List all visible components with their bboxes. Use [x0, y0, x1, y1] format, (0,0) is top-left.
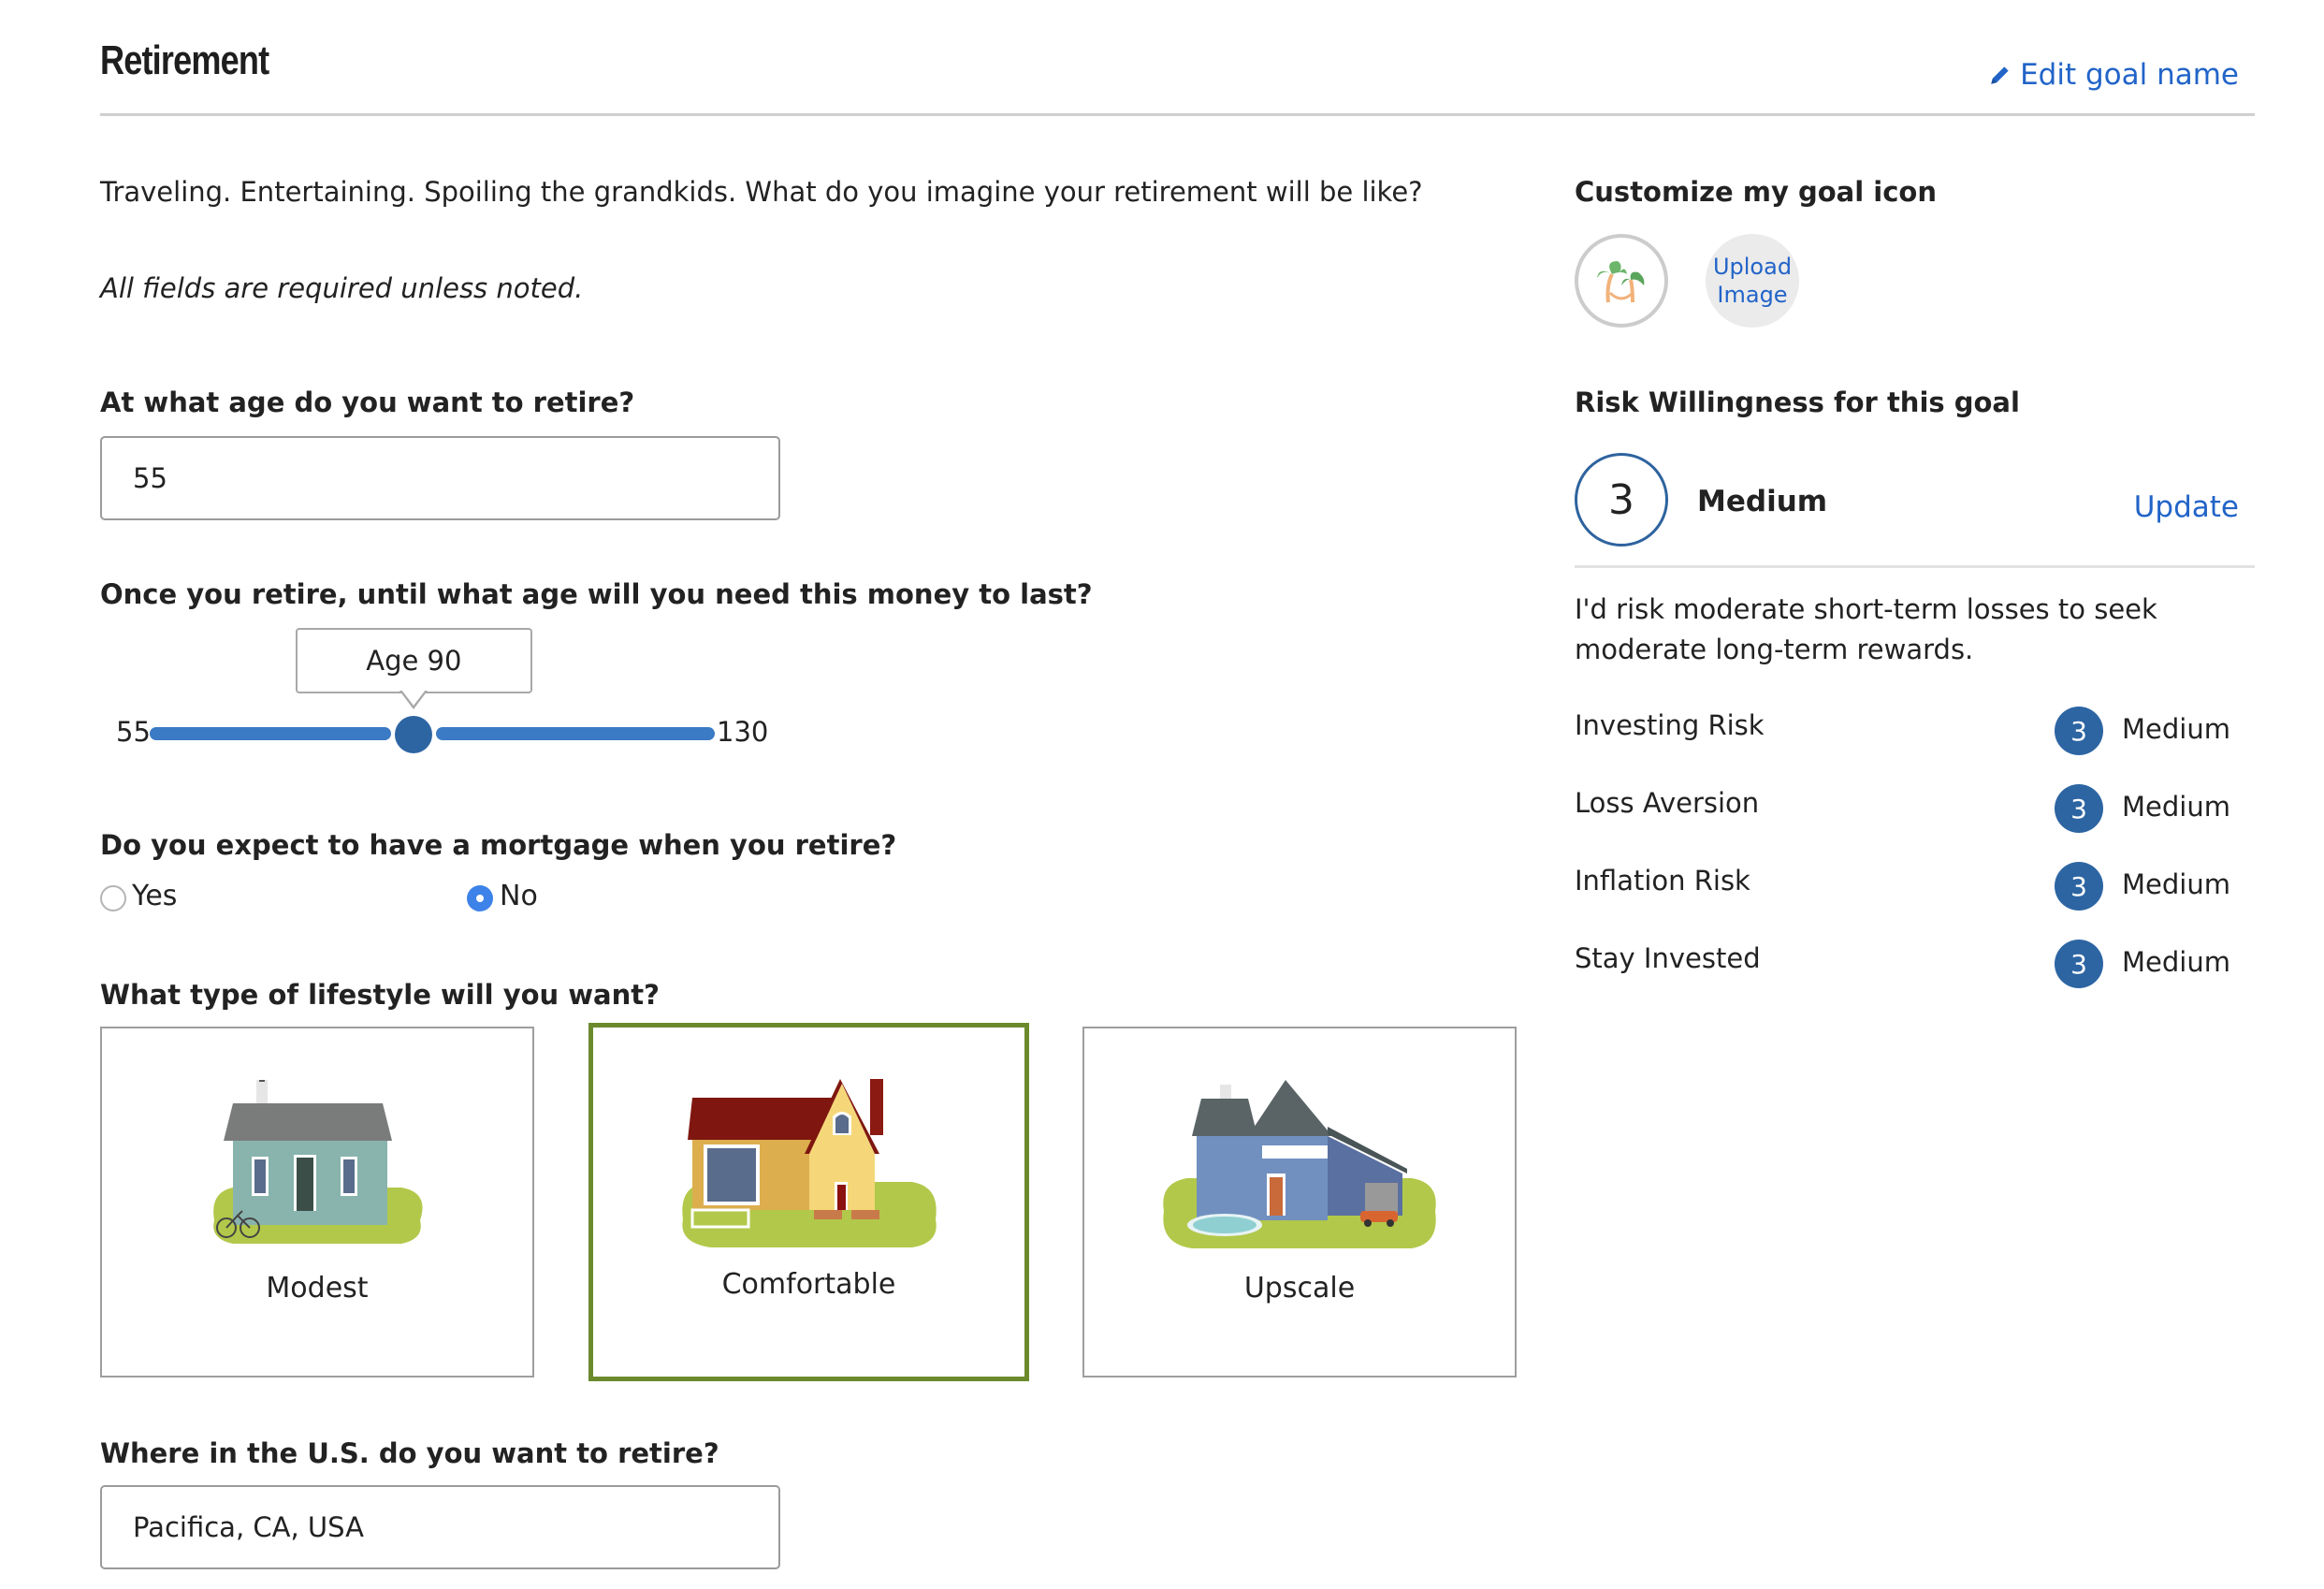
lifestyle-card-label: Modest	[266, 1272, 369, 1305]
risk-score-circle: 3	[1575, 453, 1668, 547]
location-label: Where in the U.S. do you want to retire?	[100, 1437, 719, 1469]
mortgage-no-label[interactable]: No	[500, 880, 538, 912]
upscale-house-icon	[1163, 1080, 1436, 1248]
current-goal-icon-button[interactable]	[1575, 234, 1668, 328]
lifestyle-card-label: Comfortable	[721, 1268, 896, 1301]
comfortable-house-icon	[681, 1079, 937, 1247]
slider-min-label: 55	[116, 716, 151, 748]
risk-row-badge: 3	[2055, 862, 2103, 911]
location-input[interactable]: Pacifica, CA, USA	[100, 1485, 780, 1569]
required-note: All fields are required unless noted.	[100, 272, 584, 304]
intro-text: Traveling. Entertaining. Spoiling the gr…	[100, 176, 1423, 208]
risk-row-level: Medium	[2122, 868, 2230, 900]
lifestyle-card-upscale[interactable]: Upscale	[1082, 1027, 1517, 1378]
risk-row-badge: 3	[2055, 784, 2103, 833]
slider-max-label: 130	[717, 716, 769, 748]
lifestyle-card-label: Upscale	[1243, 1272, 1356, 1305]
risk-row-badge: 3	[2055, 940, 2103, 988]
update-risk-link[interactable]: Update	[2134, 490, 2239, 524]
pencil-icon	[1991, 66, 2009, 84]
upload-image-button[interactable]: Upload Image	[1706, 234, 1799, 328]
slider-track-left[interactable]	[150, 727, 391, 740]
risk-row-badge: 3	[2055, 707, 2103, 755]
risk-row-level: Medium	[2122, 713, 2230, 745]
mortgage-yes-radio[interactable]	[100, 885, 126, 911]
palm-trees-hammock-icon	[1597, 261, 1645, 303]
modest-house-icon	[213, 1080, 423, 1244]
risk-divider	[1575, 565, 2255, 568]
lifestyle-card-comfortable[interactable]: Comfortable	[588, 1023, 1029, 1381]
age-slider-handle[interactable]	[394, 716, 432, 753]
retire-age-label: At what age do you want to retire?	[100, 386, 635, 418]
mortgage-label: Do you expect to have a mortgage when yo…	[100, 829, 897, 861]
mortgage-no-radio[interactable]	[467, 885, 493, 911]
risk-row-label: Stay Invested	[1575, 942, 1761, 974]
retire-age-input[interactable]: 55	[100, 436, 780, 520]
money-last-label: Once you retire, until what age will you…	[100, 578, 1093, 610]
risk-row-level: Medium	[2122, 791, 2230, 823]
slider-tooltip-text: Age 90	[366, 645, 462, 677]
retire-age-value: 55	[133, 462, 167, 494]
risk-description: I'd risk moderate short-term losses to s…	[1575, 593, 2157, 665]
risk-row-label: Inflation Risk	[1575, 865, 1750, 897]
location-value: Pacifica, CA, USA	[133, 1511, 364, 1543]
slider-track-right[interactable]	[435, 727, 715, 740]
page-title: Retirement	[100, 37, 269, 83]
customize-icon-heading: Customize my goal icon	[1575, 176, 1937, 208]
mortgage-yes-label[interactable]: Yes	[132, 880, 177, 912]
upload-label-line2: Image	[1717, 282, 1788, 308]
upload-label-line1: Upload	[1712, 254, 1793, 280]
risk-level: Medium	[1697, 485, 1828, 518]
edit-goal-name-label: Edit goal name	[2020, 58, 2239, 92]
risk-row-level: Medium	[2122, 946, 2230, 978]
header-divider	[100, 113, 2255, 116]
tooltip-arrow-inner	[400, 690, 426, 706]
risk-row-label: Investing Risk	[1575, 709, 1765, 741]
risk-heading: Risk Willingness for this goal	[1575, 386, 2020, 418]
slider-value-tooltip: Age 90	[295, 628, 532, 693]
risk-score: 3	[1608, 475, 1634, 524]
lifestyle-label: What type of lifestyle will you want?	[100, 979, 660, 1011]
lifestyle-card-modest[interactable]: Modest	[100, 1027, 534, 1378]
risk-row-label: Loss Aversion	[1575, 787, 1760, 819]
edit-goal-name-link[interactable]: Edit goal name	[1988, 58, 2239, 92]
